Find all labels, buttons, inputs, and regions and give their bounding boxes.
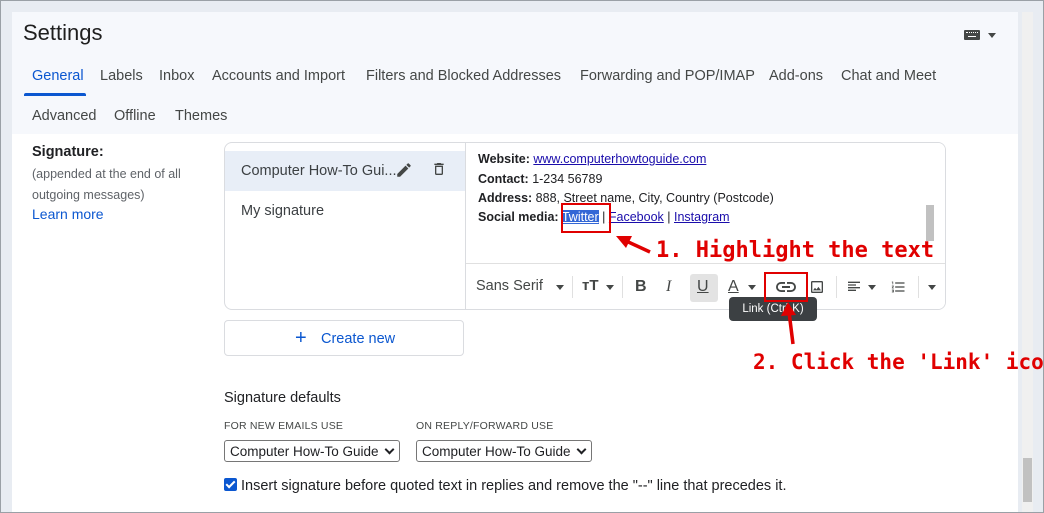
divider bbox=[918, 276, 919, 298]
tab-chat-and-meet[interactable]: Chat and Meet bbox=[841, 68, 936, 84]
settings-header: Settings General Labels Inbox Accounts a… bbox=[12, 12, 1018, 134]
active-tab-indicator bbox=[24, 93, 86, 96]
separator: | bbox=[667, 210, 671, 224]
edit-pencil-icon[interactable] bbox=[395, 161, 413, 179]
address-label: Address: bbox=[478, 191, 533, 205]
website-label: Website: bbox=[478, 152, 530, 166]
tab-advanced[interactable]: Advanced bbox=[32, 108, 97, 124]
formatting-toolbar: Sans Serif ᴛT B I U A bbox=[466, 263, 945, 309]
delete-trash-icon[interactable] bbox=[431, 160, 447, 178]
divider bbox=[622, 276, 623, 298]
signature-name[interactable]: Computer How-To Gui... bbox=[241, 163, 397, 179]
contact-label: Contact: bbox=[478, 172, 529, 186]
bold-icon[interactable]: B bbox=[635, 278, 647, 296]
signature-description: (appended at the end of all outgoing mes… bbox=[32, 167, 181, 202]
signature-defaults-title: Signature defaults bbox=[224, 390, 341, 406]
chevron-down-icon bbox=[606, 285, 614, 290]
divider bbox=[836, 276, 837, 298]
chevron-down-icon bbox=[748, 285, 756, 290]
facebook-link[interactable]: Facebook bbox=[609, 210, 664, 224]
text-color-icon[interactable]: A bbox=[728, 278, 739, 296]
reply-forward-label: ON REPLY/FORWARD USE bbox=[416, 420, 554, 432]
tab-filters[interactable]: Filters and Blocked Addresses bbox=[366, 68, 561, 84]
page-scrollbar[interactable] bbox=[1022, 12, 1033, 512]
underline-icon[interactable]: U bbox=[697, 278, 709, 296]
new-emails-signature-select[interactable]: Computer How-To Guide bbox=[224, 440, 400, 462]
insert-image-icon[interactable] bbox=[809, 279, 825, 295]
font-size-icon[interactable]: ᴛT bbox=[582, 277, 599, 294]
reply-forward-selected-value: Computer How-To Guide bbox=[422, 444, 571, 459]
website-line: Website: www.computerhowtoguide.com bbox=[478, 152, 706, 166]
signature-list-item[interactable]: My signature bbox=[241, 203, 324, 219]
tab-accounts-and-import[interactable]: Accounts and Import bbox=[212, 68, 345, 84]
social-label: Social media: bbox=[478, 210, 559, 224]
create-new-button[interactable]: + Create new bbox=[224, 320, 464, 356]
tab-forwarding[interactable]: Forwarding and POP/IMAP bbox=[580, 68, 755, 84]
more-formatting-icon[interactable] bbox=[928, 285, 936, 290]
tab-inbox[interactable]: Inbox bbox=[159, 68, 194, 84]
address-line: Address: 888, Street name, City, Country… bbox=[478, 191, 774, 205]
annotation-step1: 1. Highlight the text bbox=[656, 238, 935, 263]
page-scrollbar-thumb[interactable] bbox=[1023, 458, 1032, 502]
new-emails-selected-value: Computer How-To Guide bbox=[230, 444, 379, 459]
tab-general[interactable]: General bbox=[32, 68, 84, 84]
contact-line: Contact: 1-234 56789 bbox=[478, 172, 602, 186]
page-title: Settings bbox=[23, 20, 103, 45]
keyboard-icon bbox=[964, 30, 980, 40]
align-left-icon[interactable] bbox=[846, 279, 862, 295]
create-new-label: Create new bbox=[321, 331, 396, 347]
tab-themes[interactable]: Themes bbox=[175, 108, 227, 124]
input-tools-button[interactable] bbox=[962, 26, 1002, 42]
insert-signature-checkbox[interactable] bbox=[224, 478, 237, 491]
italic-icon[interactable]: I bbox=[666, 278, 671, 296]
learn-more-link[interactable]: Learn more bbox=[32, 206, 104, 222]
tab-labels[interactable]: Labels bbox=[100, 68, 143, 84]
new-emails-label: FOR NEW EMAILS USE bbox=[224, 420, 344, 432]
website-link[interactable]: www.computerhowtoguide.com bbox=[533, 152, 706, 166]
annotation-box-link bbox=[764, 272, 808, 302]
reply-forward-signature-select[interactable]: Computer How-To Guide bbox=[416, 440, 592, 462]
insert-signature-label: Insert signature before quoted text in r… bbox=[241, 478, 787, 494]
chevron-down-icon bbox=[576, 444, 587, 455]
signature-label: Signature: bbox=[32, 144, 104, 160]
plus-icon: + bbox=[295, 327, 307, 349]
chevron-down-icon bbox=[868, 285, 876, 290]
annotation-step2: 2. Click the 'Link' icon bbox=[753, 350, 1044, 374]
divider bbox=[572, 276, 573, 298]
chevron-down-icon bbox=[384, 444, 395, 455]
numbered-list-icon[interactable] bbox=[890, 279, 907, 295]
annotation-box-twitter bbox=[561, 203, 611, 233]
chevron-down-icon bbox=[988, 33, 996, 38]
font-family-select[interactable]: Sans Serif bbox=[476, 278, 543, 294]
tab-offline[interactable]: Offline bbox=[114, 108, 156, 124]
tab-add-ons[interactable]: Add-ons bbox=[769, 68, 823, 84]
contact-value: 1-234 56789 bbox=[532, 172, 603, 186]
instagram-link[interactable]: Instagram bbox=[674, 210, 730, 224]
editor-scrollbar[interactable] bbox=[926, 205, 934, 241]
chevron-down-icon bbox=[556, 285, 564, 290]
